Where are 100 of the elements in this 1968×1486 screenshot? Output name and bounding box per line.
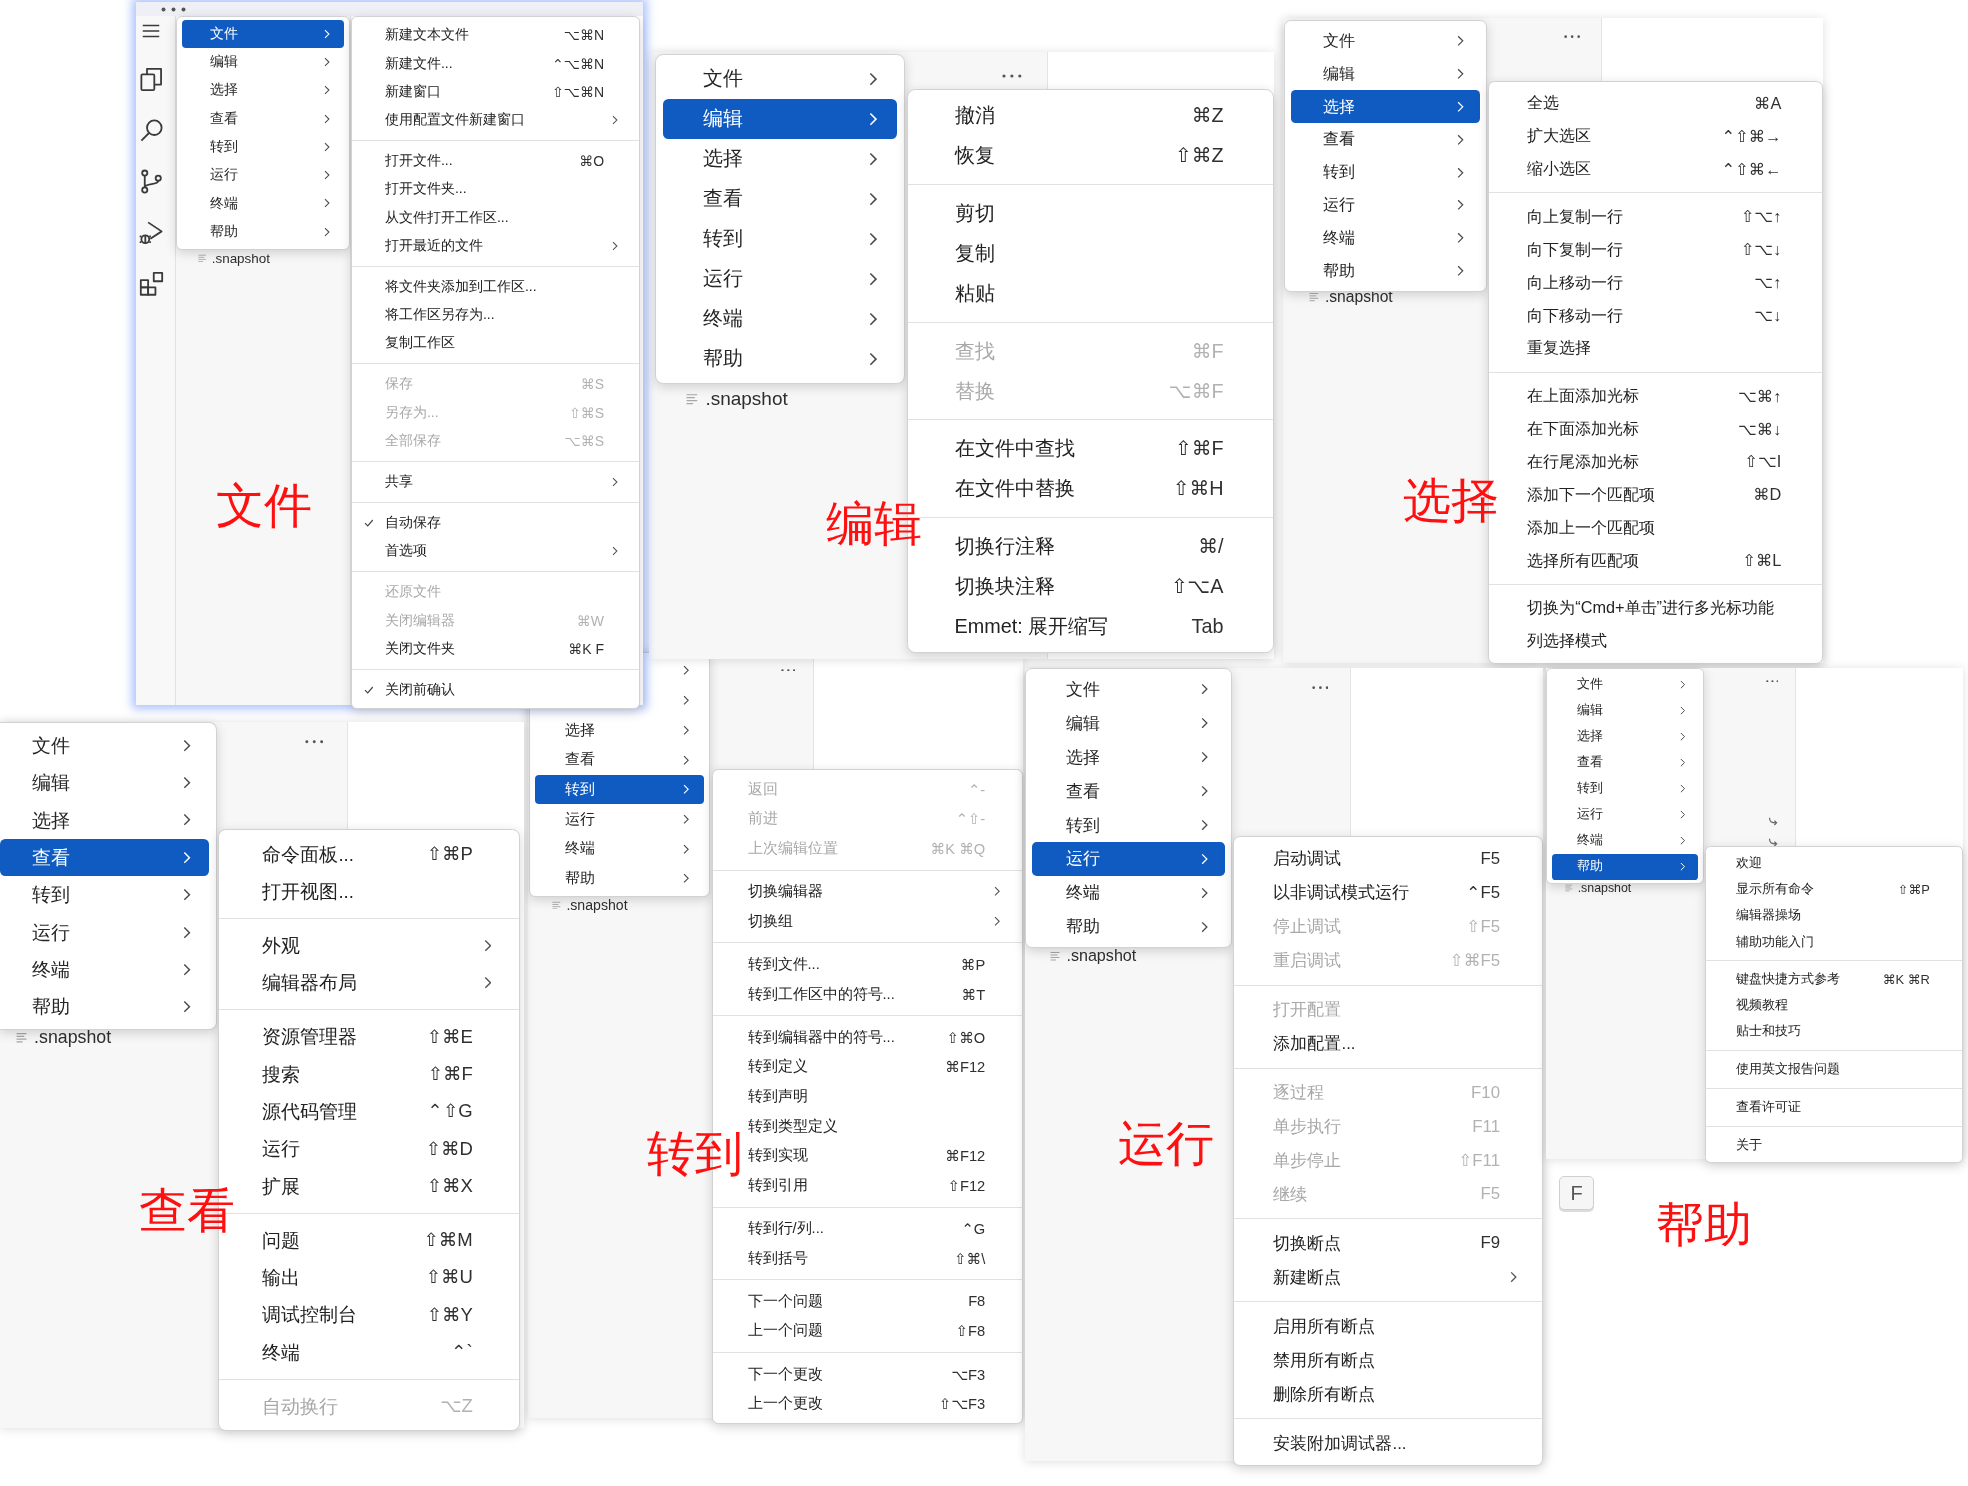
menu-item[interactable]: 文件 <box>1290 24 1481 58</box>
more-icon[interactable] <box>1002 74 1022 78</box>
menu-item[interactable]: 编辑 <box>1290 57 1481 91</box>
menu-item[interactable]: 查看 <box>1032 774 1225 809</box>
menu-item[interactable]: 启动调试 F5 <box>1234 842 1542 876</box>
search-icon[interactable] <box>138 117 165 144</box>
menu-item[interactable]: 资源管理器 ⇧⌘E <box>219 1018 519 1056</box>
menu-item[interactable]: 运行 <box>0 913 210 951</box>
menu-item[interactable]: 终端 ⌃` <box>219 1333 519 1371</box>
menu-item[interactable]: 运行 <box>182 161 344 190</box>
menu-item[interactable]: 新建窗口 ⇧⌥⌘N <box>352 77 639 106</box>
menu-item[interactable]: 欢迎 <box>1706 850 1962 877</box>
menu-item[interactable]: 选择所有匹配项 ⇧⌘L <box>1489 544 1822 578</box>
menu-item[interactable]: 键盘快捷方式参考 ⌘K ⌘R <box>1706 966 1962 993</box>
menu-item[interactable]: 文件 <box>182 19 344 49</box>
menu-item[interactable]: 显示所有命令 ⇧⌘P <box>1706 876 1962 903</box>
menu-item[interactable]: 切换为“Cmd+单击”进行多光标功能 <box>1489 591 1822 625</box>
menu-item[interactable]: 文件 <box>1032 672 1225 707</box>
menu-item[interactable]: 向上复制一行 ⇧⌥↑ <box>1489 200 1822 234</box>
file-item[interactable]: .snapshot <box>552 893 628 916</box>
menu-item[interactable]: 上一个问题 ⇧F8 <box>713 1316 1022 1346</box>
menu-item[interactable]: 源代码管理 ⌃⇧G <box>219 1092 519 1131</box>
menu-item[interactable]: 转到行/列... ⌃G <box>713 1213 1022 1244</box>
files-icon[interactable] <box>138 66 165 93</box>
menu-item[interactable]: 命令面板... ⇧⌘P <box>219 835 519 873</box>
menu-item[interactable]: 上一个更改 ⇧⌥F3 <box>713 1388 1022 1419</box>
menu-item[interactable]: 选择 <box>1032 740 1225 775</box>
file-item[interactable]: .snapshot <box>1565 878 1632 898</box>
menu-item[interactable]: 删除所有断点 <box>1234 1377 1542 1412</box>
menu-item[interactable]: 选择 <box>1551 723 1699 750</box>
menu-item[interactable]: 剪切 <box>908 193 1273 234</box>
more-icon[interactable] <box>161 6 186 12</box>
menu-item[interactable]: 在文件中查找 ⇧⌘F <box>908 428 1273 469</box>
menu-item[interactable]: 选择 <box>0 801 210 839</box>
menu-item[interactable]: 运行 <box>663 258 897 299</box>
menu-item[interactable]: 切换块注释 ⇧⌥A <box>908 566 1273 607</box>
menu-item[interactable]: 向上移动一行 ⌥↑ <box>1489 266 1822 300</box>
menu-item[interactable]: 终端 <box>1551 827 1699 854</box>
menu-item[interactable]: 恢复 ⇧⌘Z <box>908 135 1273 176</box>
menu-item[interactable]: 帮助 <box>1551 853 1699 880</box>
menu-item[interactable]: 终端 <box>1290 221 1481 255</box>
menu-item[interactable]: 向下复制一行 ⇧⌥↓ <box>1489 233 1822 267</box>
chevron-right-icon[interactable] <box>682 695 690 706</box>
menu-item[interactable]: 输出 ⇧⌘U <box>219 1258 519 1297</box>
menu-item[interactable]: 使用配置文件新建窗口 <box>352 106 639 135</box>
menu-item[interactable]: 首选项 <box>352 537 639 566</box>
menu-item[interactable]: 添加配置... <box>1234 1026 1542 1061</box>
file-item[interactable]: .snapshot <box>198 247 270 269</box>
menu-item[interactable]: 打开文件夹... <box>352 175 639 204</box>
menu-item[interactable]: 禁用所有断点 <box>1234 1343 1542 1378</box>
file-item[interactable]: .snapshot <box>1050 943 1137 969</box>
menu-item[interactable]: 切换断点 F9 <box>1234 1226 1542 1261</box>
menu-item[interactable]: 将文件夹添加到工作区... <box>352 272 639 302</box>
menu-item[interactable]: 打开最近的文件 <box>352 231 639 261</box>
menu-item[interactable]: 缩小选区 ⌃⇧⌘← <box>1489 152 1822 186</box>
file-item[interactable]: .snapshot <box>16 1023 112 1051</box>
menu-item[interactable]: 复制 <box>908 233 1273 274</box>
menu-item[interactable]: 新建文本文件 ⌥⌘N <box>352 21 639 50</box>
menu-item[interactable]: 关闭前确认 <box>352 675 639 704</box>
menu-item[interactable]: 转到编辑器中的符号... ⇧⌘O <box>713 1022 1022 1052</box>
menu-item[interactable]: 查看 <box>663 178 897 219</box>
chevron-right-icon[interactable] <box>682 665 690 677</box>
menu-item[interactable]: 编辑器布局 <box>219 964 519 1002</box>
menu-item[interactable]: 选择 <box>1290 90 1481 123</box>
menu-item[interactable]: 运行 <box>1032 841 1225 876</box>
menu-item[interactable]: 全选 ⌘A <box>1489 86 1822 120</box>
menu-item[interactable]: 在上面添加光标 ⌥⌘↑ <box>1489 379 1822 413</box>
more-icon[interactable] <box>1311 686 1329 690</box>
menu-item[interactable]: 运行 <box>535 804 704 835</box>
menu-item[interactable]: 终端 <box>535 834 704 864</box>
menu-item[interactable]: 关于 <box>1706 1132 1962 1159</box>
menu-item[interactable]: 转到 <box>1551 775 1699 802</box>
menu-item[interactable]: 帮助 <box>1032 909 1225 944</box>
menu-item[interactable]: 选择 <box>535 715 704 745</box>
menu-item[interactable]: 扩大选区 ⌃⇧⌘→ <box>1489 119 1822 153</box>
menu-item[interactable]: 终端 <box>0 950 210 989</box>
menu-item[interactable]: 调试控制台 ⇧⌘Y <box>219 1296 519 1334</box>
menu-item[interactable]: 转到 <box>182 132 344 162</box>
menu-item[interactable]: 运行 <box>1551 801 1699 828</box>
menu-item[interactable]: 搜索 ⇧⌘F <box>219 1055 519 1093</box>
menu-item[interactable]: 查看 <box>1290 123 1481 156</box>
menu-item[interactable]: 编辑 <box>663 98 897 139</box>
menu-item[interactable]: 视频教程 <box>1706 992 1962 1019</box>
menu-item[interactable]: 选择 <box>182 76 344 105</box>
menu-item[interactable]: 转到 <box>535 774 704 805</box>
menu-item[interactable]: 列选择模式 <box>1489 624 1822 658</box>
menu-item[interactable]: 帮助 <box>0 988 210 1026</box>
menu-item[interactable]: 帮助 <box>182 217 344 246</box>
menu-item[interactable]: 文件 <box>0 726 210 765</box>
menu-item[interactable]: 辅助功能入门 <box>1706 929 1962 956</box>
menu-item[interactable]: 转到 <box>1032 808 1225 842</box>
menu-item[interactable]: 文件 <box>1551 671 1699 698</box>
branch-icon[interactable] <box>138 168 165 195</box>
menu-item[interactable]: 贴士和技巧 <box>1706 1018 1962 1045</box>
menu-item[interactable]: 安装附加调试器... <box>1234 1426 1542 1461</box>
menu-item[interactable]: 新建文件... ⌃⌥⌘N <box>352 49 639 78</box>
menu-item[interactable]: 在行尾添加光标 ⇧⌥I <box>1489 445 1822 479</box>
menu-item[interactable]: 帮助 <box>663 338 897 379</box>
menu-item[interactable]: 转到 <box>0 876 210 914</box>
menu-item[interactable]: 外观 <box>219 926 519 965</box>
